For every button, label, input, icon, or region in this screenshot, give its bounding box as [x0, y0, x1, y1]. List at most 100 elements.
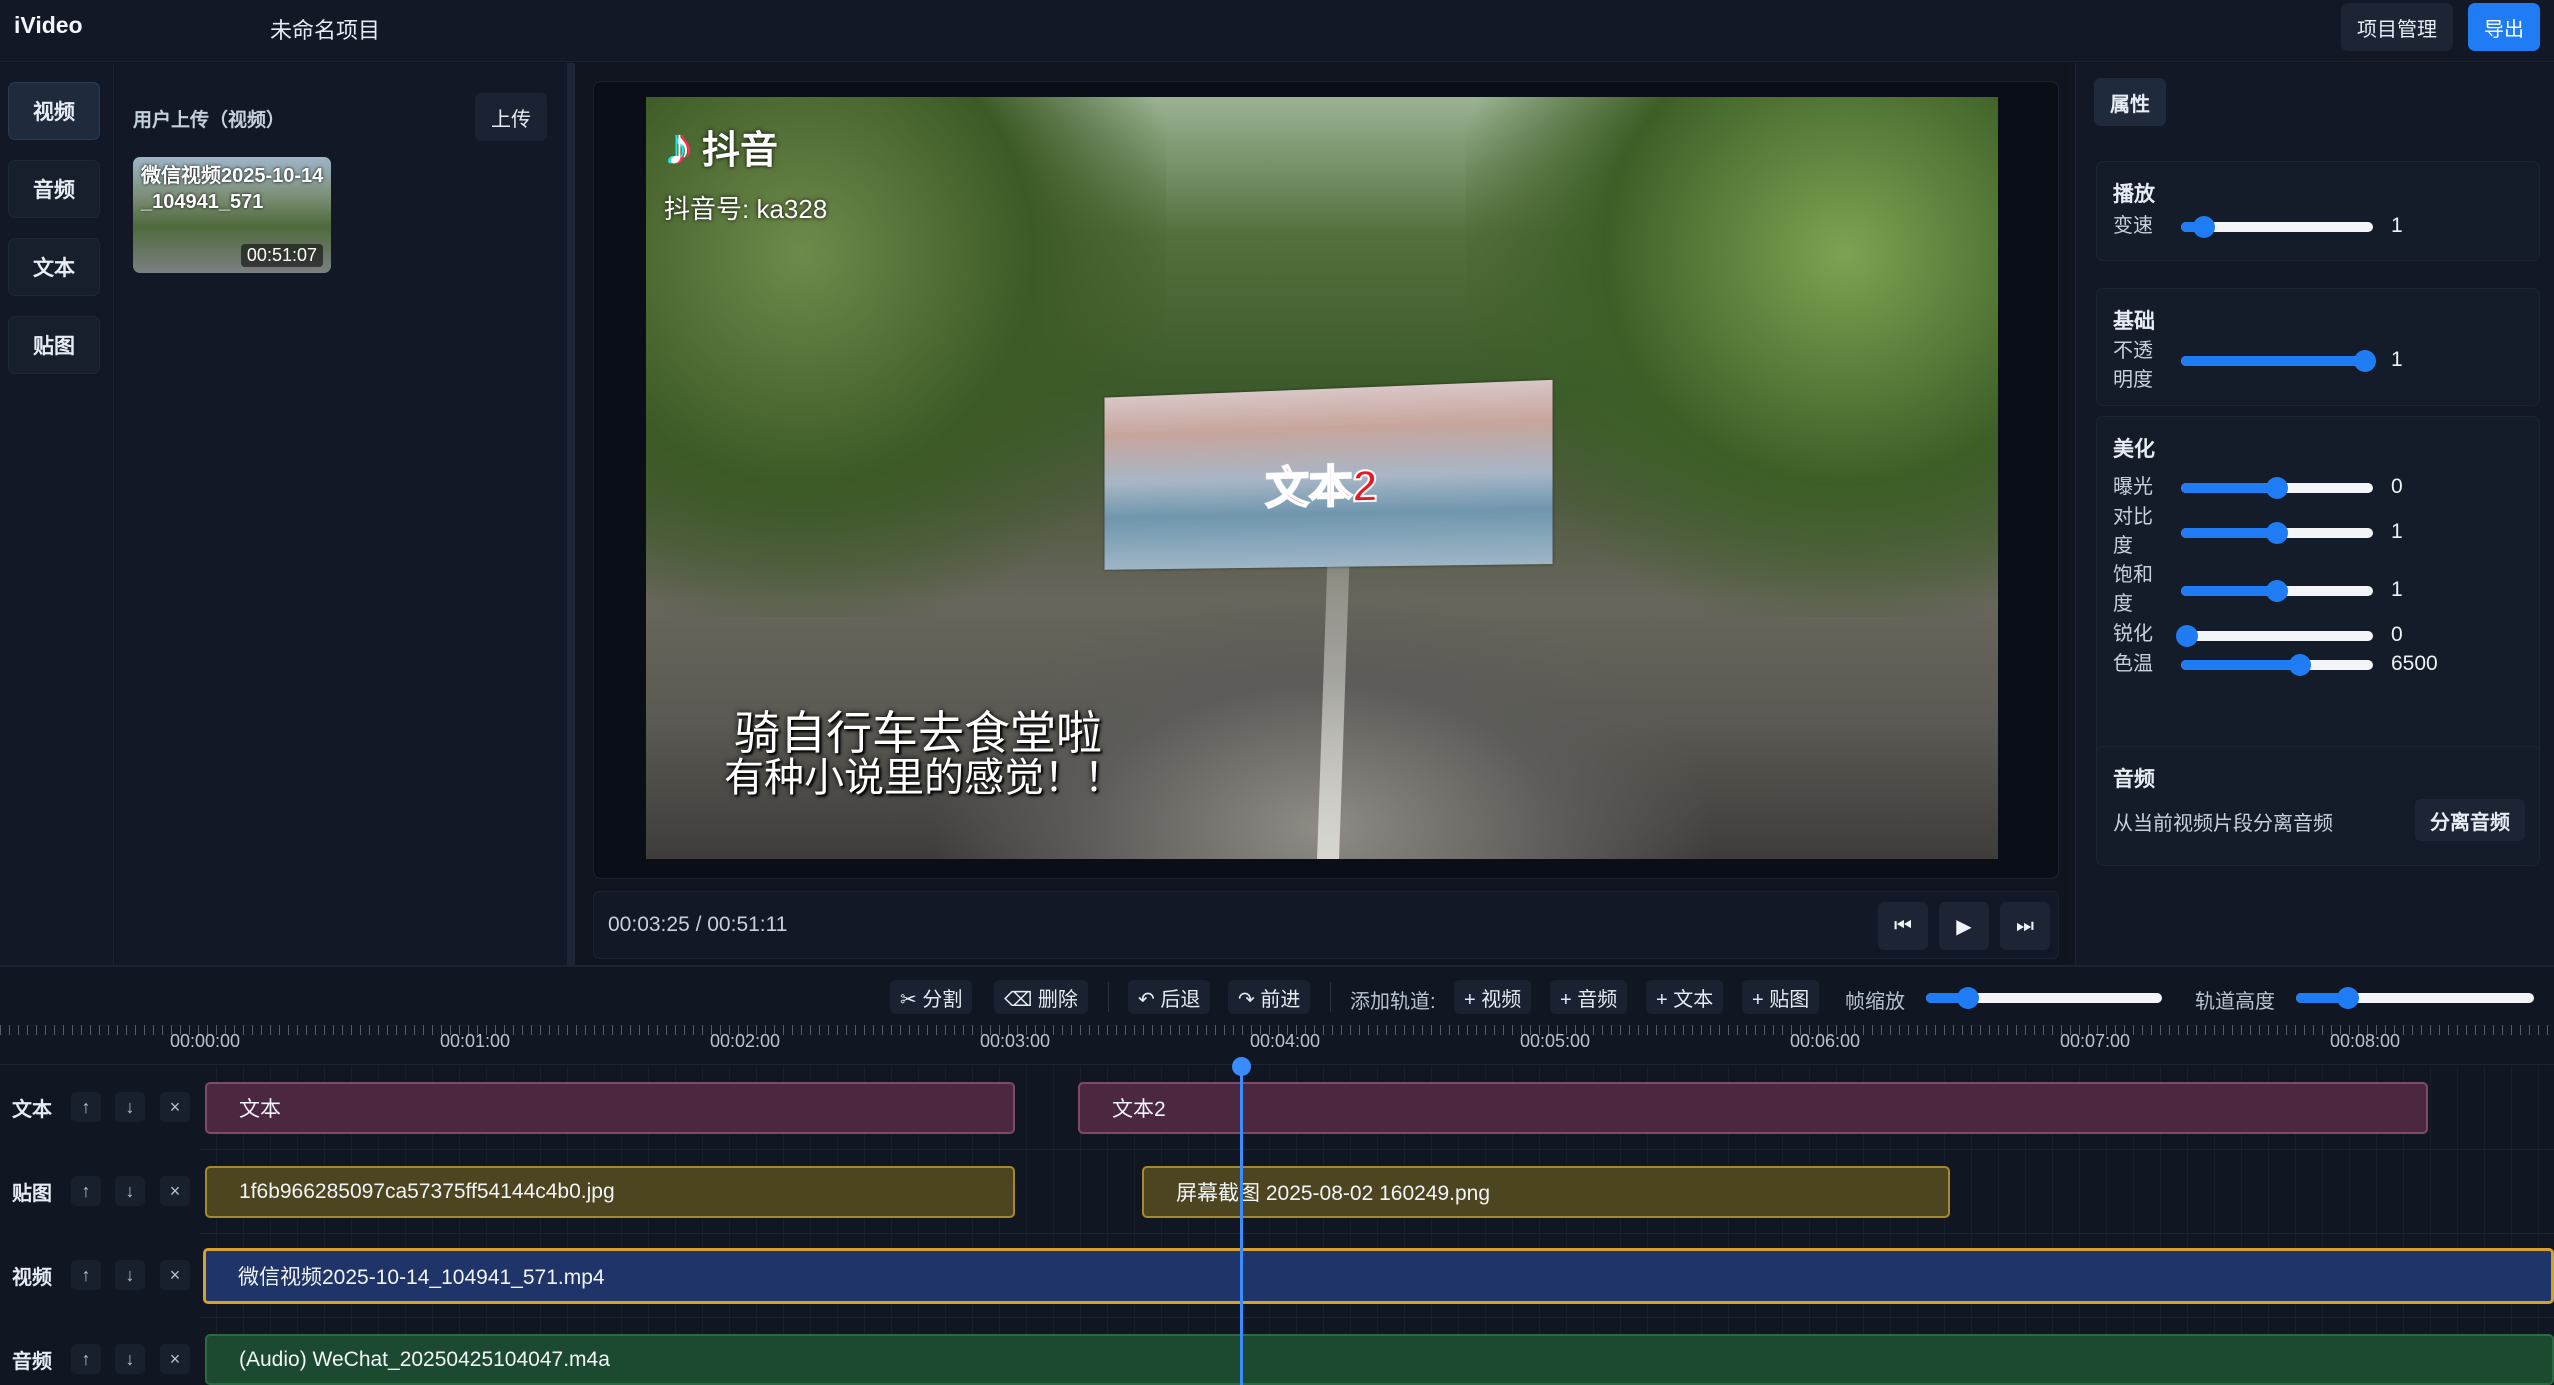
- track-name: 音频: [12, 1351, 52, 1373]
- text-clip[interactable]: 文本2: [1078, 1082, 2428, 1134]
- video-clip[interactable]: 微信视频2025-10-14_104941_571.mp4: [203, 1248, 2554, 1304]
- speed-slider[interactable]: [2181, 216, 2373, 238]
- playhead-line[interactable]: [1240, 1065, 1243, 1385]
- skip-back-button[interactable]: ⏮: [1878, 902, 1928, 950]
- audio-card: 音频 从当前视频片段分离音频 分离音频: [2096, 746, 2540, 866]
- video-canvas[interactable]: ♪ 抖音 抖音号: ka328 文本2 骑自行车去食堂啦 有种小说里的感觉！！: [646, 97, 1998, 859]
- move-up-button[interactable]: ↑: [71, 1260, 101, 1290]
- add-track-label: 添加轨道:: [1350, 991, 1436, 1013]
- project-name[interactable]: 未命名项目: [270, 13, 380, 45]
- play-button[interactable]: ▶: [1939, 902, 1989, 950]
- exposure-slider[interactable]: [2181, 477, 2373, 499]
- export-button[interactable]: 导出: [2468, 3, 2540, 51]
- speed-label: 变速: [2113, 215, 2153, 237]
- move-up-button[interactable]: ↑: [71, 1344, 101, 1374]
- track-sticker: 贴图 ↑ ↓ × 1f6b966285097ca57375ff54144c4b0…: [0, 1150, 2554, 1234]
- watermark-logo: ♪ 抖音: [666, 119, 778, 174]
- text-overlay[interactable]: 文本2: [1105, 444, 1553, 520]
- toolbar-divider: [1330, 982, 1331, 1012]
- sticker-clip[interactable]: 屏幕截图 2025-08-02 160249.png: [1142, 1166, 1950, 1218]
- nav-sticker[interactable]: 贴图: [8, 316, 100, 374]
- track-audio: 音频 ↑ ↓ × (Audio) WeChat_20250425104047.m…: [0, 1318, 2554, 1385]
- watermark-brand: 抖音: [702, 130, 779, 172]
- remove-track-button[interactable]: ×: [160, 1344, 190, 1374]
- nav-text[interactable]: 文本: [8, 238, 100, 296]
- add-text-track-button[interactable]: + 文本: [1646, 980, 1724, 1014]
- playhead-handle[interactable]: [1232, 1057, 1251, 1076]
- move-up-button[interactable]: ↑: [71, 1092, 101, 1122]
- track-name: 贴图: [12, 1183, 52, 1205]
- timeline: ✂ 分割 ⌫ 删除 ↶ 后退 ↷ 前进 添加轨道: + 视频 + 音频 + 文本…: [0, 965, 2554, 1385]
- move-up-button[interactable]: ↑: [71, 1176, 101, 1206]
- temperature-label: 色温: [2113, 653, 2153, 675]
- nav-video[interactable]: 视频: [8, 82, 100, 140]
- add-video-track-button[interactable]: + 视频: [1454, 980, 1532, 1014]
- tab-properties[interactable]: 属性: [2094, 78, 2166, 126]
- split-button[interactable]: ✂ 分割: [890, 980, 973, 1014]
- playback-card: 播放 变速 1: [2096, 161, 2540, 261]
- remove-track-button[interactable]: ×: [160, 1260, 190, 1290]
- audio-clip[interactable]: (Audio) WeChat_20250425104047.m4a: [205, 1334, 2554, 1385]
- opacity-label: 不透明度: [2113, 340, 2153, 391]
- project-manage-button[interactable]: 项目管理: [2341, 3, 2453, 51]
- temperature-value: 6500: [2391, 652, 2438, 675]
- track-header: 贴图 ↑ ↓ ×: [0, 1150, 200, 1234]
- audio-title: 音频: [2113, 768, 2155, 791]
- thumbnail-name: 微信视频2025-10-14_104941_571: [141, 165, 324, 213]
- top-bar: iVideo 未命名项目 项目管理 导出: [0, 0, 2554, 62]
- track-header: 文本 ↑ ↓ ×: [0, 1066, 200, 1150]
- speed-value: 1: [2391, 214, 2403, 237]
- track-height-slider[interactable]: [2296, 987, 2534, 1009]
- move-down-button[interactable]: ↓: [115, 1260, 145, 1290]
- tiktok-note-icon: ♪: [666, 117, 692, 176]
- skip-forward-button[interactable]: ⏭: [2000, 902, 2050, 950]
- contrast-label: 对比度: [2113, 506, 2153, 557]
- move-down-button[interactable]: ↓: [115, 1092, 145, 1122]
- scene-trees-left: [646, 97, 1166, 617]
- caption-line-2: 有种小说里的感觉！！: [724, 756, 1124, 800]
- sticker-overlay[interactable]: 文本2: [1104, 379, 1553, 570]
- move-down-button[interactable]: ↓: [115, 1344, 145, 1374]
- panel-resize-handle[interactable]: [567, 63, 575, 965]
- add-audio-track-button[interactable]: + 音频: [1550, 980, 1628, 1014]
- ruler-tick: 00:07:00: [2059, 1031, 2131, 1051]
- time-ruler[interactable]: 00:00:00 00:01:00 00:02:00 00:03:00 00:0…: [0, 1023, 2554, 1065]
- upload-button[interactable]: 上传: [475, 93, 547, 141]
- text-clip[interactable]: 文本: [205, 1082, 1015, 1134]
- media-thumbnail[interactable]: 微信视频2025-10-14_104941_571 00:51:07: [133, 157, 331, 273]
- zoom-slider[interactable]: [1926, 987, 2162, 1009]
- sharpen-value: 0: [2391, 623, 2403, 646]
- ruler-tick: 00:05:00: [1519, 1031, 1591, 1051]
- sharpen-slider[interactable]: [2175, 625, 2373, 647]
- left-nav: 视频 音频 文本 贴图: [0, 63, 114, 965]
- track-video: 视频 ↑ ↓ × 微信视频2025-10-14_104941_571.mp4: [0, 1234, 2554, 1318]
- delete-button[interactable]: ⌫ 删除: [994, 980, 1088, 1014]
- audio-description: 从当前视频片段分离音频: [2113, 813, 2333, 835]
- opacity-slider[interactable]: [2181, 350, 2377, 372]
- toolbar-divider: [1108, 982, 1109, 1012]
- scene-road-line: [1316, 567, 1350, 859]
- ruler-tick: 00:04:00: [1249, 1031, 1321, 1051]
- nav-audio[interactable]: 音频: [8, 160, 100, 218]
- temperature-slider[interactable]: [2181, 654, 2373, 676]
- preview-area: ♪ 抖音 抖音号: ka328 文本2 骑自行车去食堂啦 有种小说里的感觉！！ …: [575, 63, 2067, 965]
- undo-button[interactable]: ↶ 后退: [1128, 980, 1211, 1014]
- saturation-slider[interactable]: [2181, 580, 2373, 602]
- redo-button[interactable]: ↷ 前进: [1228, 980, 1311, 1014]
- beauty-title: 美化: [2113, 438, 2155, 461]
- remove-track-button[interactable]: ×: [160, 1092, 190, 1122]
- watermark-id: 抖音号: ka328: [664, 194, 828, 224]
- track-text: 文本 ↑ ↓ × 文本 文本2: [0, 1066, 2554, 1150]
- saturation-value: 1: [2391, 578, 2403, 601]
- contrast-slider[interactable]: [2181, 522, 2373, 544]
- sticker-clip[interactable]: 1f6b966285097ca57375ff54144c4b0.jpg: [205, 1166, 1015, 1218]
- split-audio-button[interactable]: 分离音频: [2415, 799, 2525, 841]
- move-down-button[interactable]: ↓: [115, 1176, 145, 1206]
- sharpen-label: 锐化: [2113, 623, 2153, 645]
- add-sticker-track-button[interactable]: + 贴图: [1742, 980, 1820, 1014]
- remove-track-button[interactable]: ×: [160, 1176, 190, 1206]
- thumbnail-duration: 00:51:07: [240, 244, 323, 267]
- ruler-tick: 00:03:00: [979, 1031, 1051, 1051]
- saturation-label: 饱和度: [2113, 564, 2153, 615]
- track-header: 视频 ↑ ↓ ×: [0, 1234, 200, 1318]
